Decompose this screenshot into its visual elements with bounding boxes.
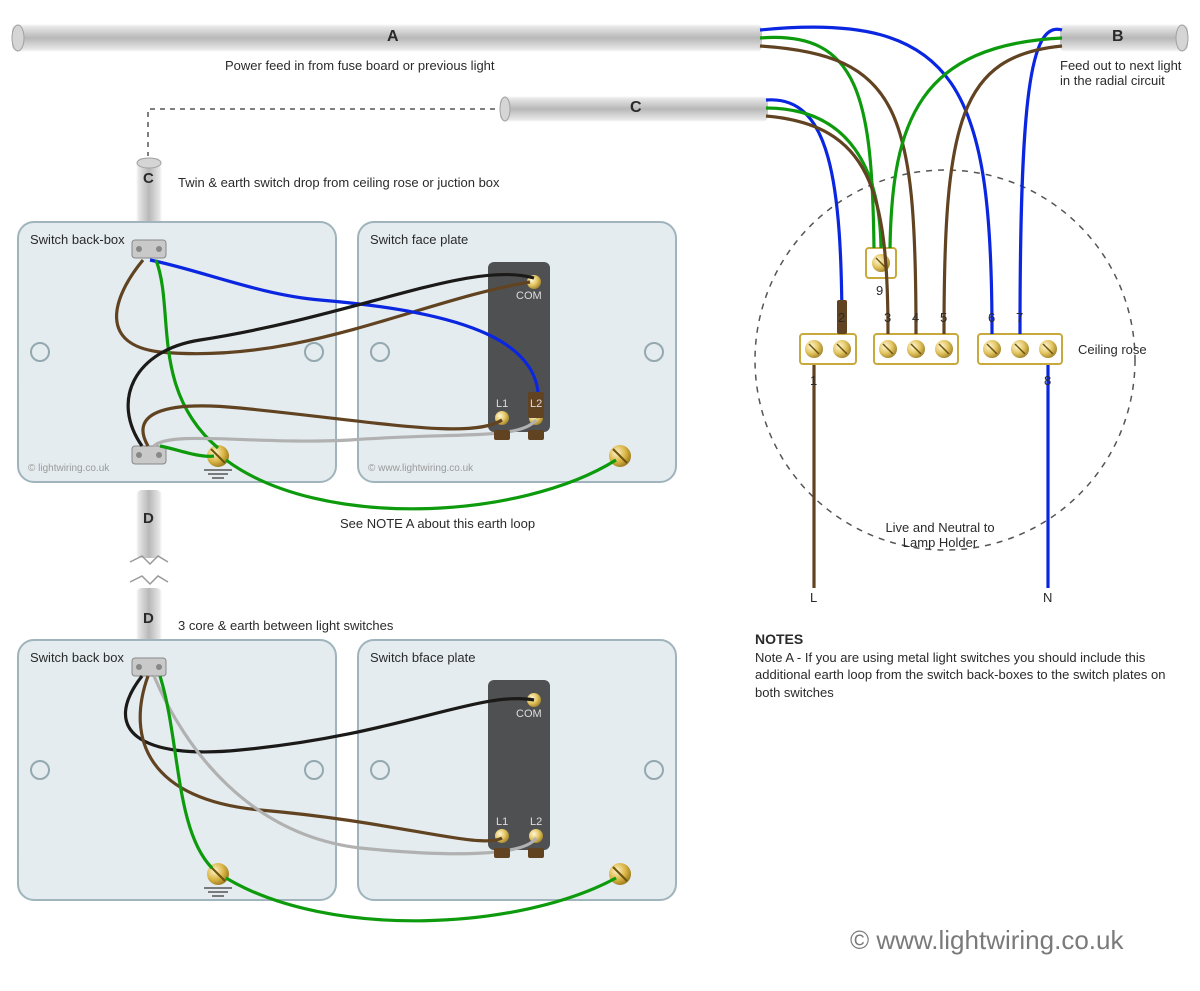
switch2-l2-label: L2 [530,816,542,828]
rose-5: 5 [940,310,947,325]
rose-label: Ceiling rose [1078,342,1147,357]
rose-7: 7 [1016,310,1023,325]
cable-d-letter-2: D [143,610,154,627]
switch1-l2-label: L2 [530,398,542,410]
rose-3: 3 [884,310,891,325]
rose-terminal-9 [866,248,896,278]
cable-d-letter: D [143,510,154,527]
rose-terminal-block-3-4-5 [874,334,958,364]
switch2-backbox-label: Switch back box [30,650,124,665]
notes-heading: NOTES [755,630,1175,649]
rose-8: 8 [1044,373,1051,388]
cable-c-letter: C [630,99,642,117]
copyright-backbox-1: © lightwiring.co.uk [28,463,109,474]
wire-brown-b [944,46,1062,334]
cable-d-desc: 3 core & earth between light switches [178,618,393,633]
cable-a-letter: A [387,28,399,46]
rose-terminal-block-6-7-8 [978,334,1062,364]
switch1-l1-label: L1 [496,398,508,410]
rose-1: 1 [810,373,817,388]
switch2-com-label: COM [516,708,542,720]
rose-6: 6 [988,310,995,325]
switch1-earth-note: See NOTE A about this earth loop [340,516,535,531]
rose-lamp-note: Live and Neutral to Lamp Holder [870,520,1010,550]
cable-b-letter: B [1112,28,1124,46]
rose-terminal-block-1-2 [800,334,856,364]
rose-9: 9 [876,283,883,298]
cable-b-desc: Feed out to next light in the radial cir… [1060,58,1192,88]
copyright-faceplate-1: © www.lightwiring.co.uk [368,463,473,474]
notes-a: Note A - If you are using metal light sw… [755,649,1175,702]
rose-n: N [1043,590,1052,605]
cable-b [1060,24,1188,52]
switch1-backbox-label: Switch back-box [30,232,125,247]
switch2-faceplate-label: Switch bface plate [370,650,476,665]
cable-a-desc: Power feed in from fuse board or previou… [225,58,495,73]
switch1-faceplate-label: Switch face plate [370,232,468,247]
wire-blue-b [1020,29,1062,334]
rose-4: 4 [912,310,919,325]
cable-c-letter-2: C [143,170,154,187]
rose-2: 2 [838,310,845,325]
watermark: © www.lightwiring.co.uk [850,925,1123,956]
notes-block: NOTES Note A - If you are using metal li… [755,630,1175,702]
switch2-l1-label: L1 [496,816,508,828]
switch1-com-label: COM [516,290,542,302]
cable-c-desc: Twin & earth switch drop from ceiling ro… [178,175,500,190]
dashed-route-c [148,109,495,156]
rose-l: L [810,590,817,605]
